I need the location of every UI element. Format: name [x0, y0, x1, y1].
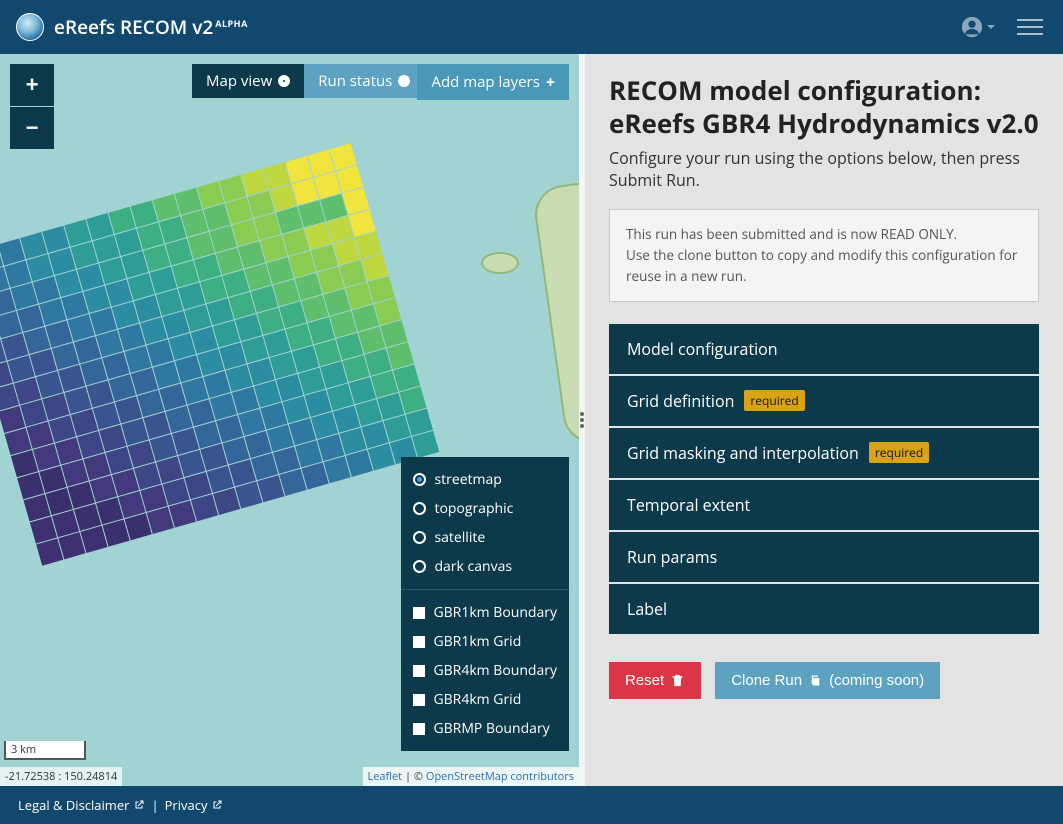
basemap-option-streetmap[interactable]: streetmap: [413, 465, 557, 494]
add-map-layers-button[interactable]: Add map layers +: [417, 64, 569, 100]
checkbox-icon: [413, 723, 425, 735]
privacy-link[interactable]: Privacy: [165, 796, 224, 814]
hamburger-menu[interactable]: [1013, 15, 1047, 39]
trash-icon: [670, 673, 685, 688]
brand[interactable]: eReefs RECOM v2ALPHA: [16, 13, 248, 41]
layer-control: streetmaptopographicsatellitedark canvas…: [401, 457, 569, 751]
leaflet-link[interactable]: Leaflet: [368, 769, 403, 784]
model-grid-overlay: [0, 143, 439, 565]
tab-map-view[interactable]: Map view: [192, 64, 304, 98]
checkbox-icon: [413, 694, 425, 706]
user-icon: [961, 16, 983, 38]
required-badge: required: [744, 390, 804, 411]
accordion-run-params[interactable]: Run params: [609, 532, 1039, 582]
user-menu[interactable]: [961, 16, 995, 38]
land-shape: [481, 252, 519, 274]
alpha-badge: ALPHA: [215, 17, 248, 30]
accordion-label[interactable]: Label: [609, 584, 1039, 634]
zoom-out-button[interactable]: −: [10, 107, 54, 149]
checkbox-icon: [413, 636, 425, 648]
pane-resizer[interactable]: [579, 54, 585, 786]
accordion-model-configuration[interactable]: Model configuration: [609, 324, 1039, 374]
clone-run-button[interactable]: Clone Run (coming soon): [715, 662, 940, 699]
required-badge: required: [869, 442, 929, 463]
copy-icon: [808, 673, 823, 688]
scale-bar: 3 km: [4, 741, 86, 760]
tab-run-status[interactable]: Run status: [304, 64, 424, 98]
radio-icon: [413, 473, 426, 486]
radio-icon: [413, 560, 426, 573]
land-shape: [531, 181, 579, 447]
legal-link[interactable]: Legal & Disclaimer: [18, 796, 145, 814]
zoom-in-button[interactable]: +: [10, 64, 54, 106]
config-sidebar: RECOM model configuration: eReefs GBR4 H…: [585, 54, 1063, 786]
page-title: RECOM model configuration: eReefs GBR4 H…: [609, 74, 1039, 139]
radio-empty-icon: [398, 75, 410, 87]
accordion-grid-definition[interactable]: Grid definitionrequired: [609, 376, 1039, 426]
radio-icon: [413, 531, 426, 544]
plus-icon: +: [546, 71, 555, 93]
osm-link[interactable]: OpenStreetMap contributors: [426, 769, 574, 784]
caret-down-icon: [987, 25, 995, 29]
external-link-icon: [133, 799, 145, 811]
overlay-option-GBR1km-Boundary[interactable]: GBR1km Boundary: [413, 598, 557, 627]
basemap-option-topographic[interactable]: topographic: [413, 494, 557, 523]
radio-icon: [413, 502, 426, 515]
navbar: eReefs RECOM v2ALPHA: [0, 0, 1063, 54]
accordion-temporal-extent[interactable]: Temporal extent: [609, 480, 1039, 530]
map-pane[interactable]: + − Map view Run status Add map layers +: [0, 54, 579, 786]
checkbox-icon: [413, 607, 425, 619]
radio-filled-icon: [278, 75, 290, 87]
basemap-option-dark-canvas[interactable]: dark canvas: [413, 552, 557, 581]
page-subtitle: Configure your run using the options bel…: [609, 147, 1039, 191]
checkbox-icon: [413, 665, 425, 677]
coordinates-readout: -21.72538 : 150.24814: [0, 767, 122, 786]
overlay-option-GBR1km-Grid[interactable]: GBR1km Grid: [413, 627, 557, 656]
readonly-notice: This run has been submitted and is now R…: [609, 209, 1039, 302]
external-link-icon: [211, 799, 223, 811]
footer: Legal & Disclaimer | Privacy: [0, 786, 1063, 824]
brand-text: eReefs RECOM v2ALPHA: [54, 14, 248, 40]
overlay-option-GBR4km-Grid[interactable]: GBR4km Grid: [413, 685, 557, 714]
basemap-option-satellite[interactable]: satellite: [413, 523, 557, 552]
map-attribution: Leaflet | © OpenStreetMap contributors: [363, 767, 580, 786]
overlay-option-GBR4km-Boundary[interactable]: GBR4km Boundary: [413, 656, 557, 685]
overlay-option-GBRMP-Boundary[interactable]: GBRMP Boundary: [413, 714, 557, 743]
accordion-grid-masking-and-interpolation[interactable]: Grid masking and interpolationrequired: [609, 428, 1039, 478]
reset-button[interactable]: Reset: [609, 662, 701, 699]
brand-logo-icon: [16, 13, 44, 41]
